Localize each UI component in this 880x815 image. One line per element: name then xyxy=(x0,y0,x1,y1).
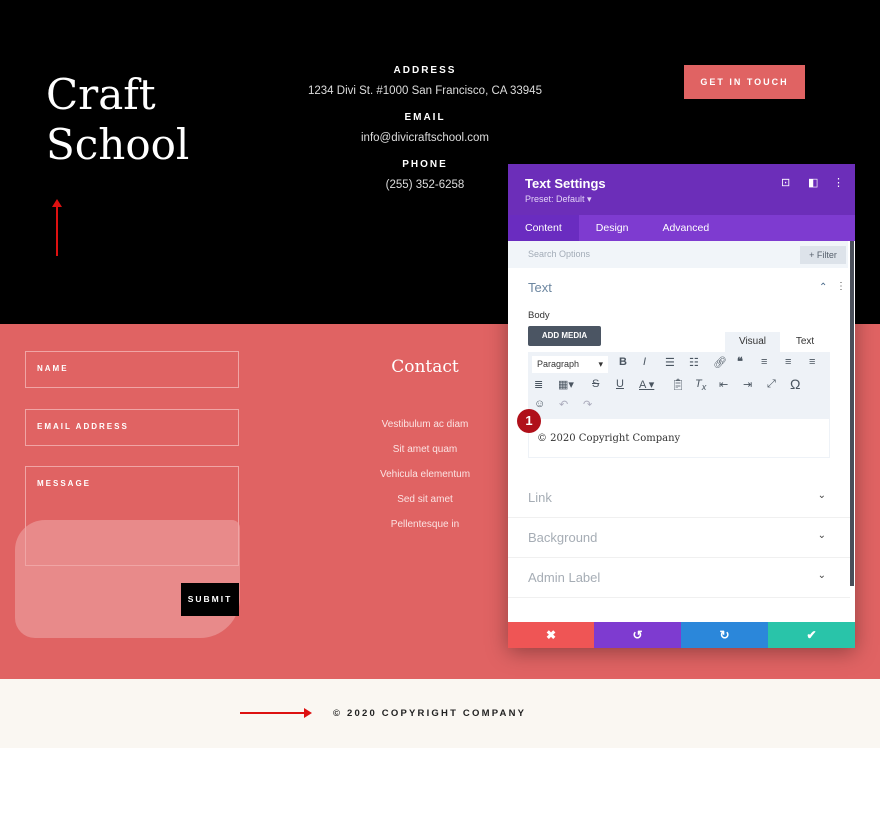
tab-advanced[interactable]: Advanced xyxy=(645,215,726,241)
contact-link[interactable]: Vestibulum ac diam xyxy=(350,419,500,430)
text-color-icon[interactable]: A ▾ xyxy=(639,378,654,391)
text-settings-modal: Text Settings Preset: Default ▾ ⊡ ◧ ⋮ Co… xyxy=(508,164,855,648)
text-tab[interactable]: Text xyxy=(780,332,830,352)
redo-icon[interactable]: ↷ xyxy=(583,398,592,411)
paste-text-icon[interactable]: 📋︎ xyxy=(671,378,685,391)
emoji-icon[interactable]: ☺ xyxy=(534,398,545,410)
logo-line: School xyxy=(46,120,190,169)
chevron-down-icon: ▾ xyxy=(598,359,603,369)
section-link[interactable]: Link ⌄ xyxy=(508,478,850,518)
redo-icon: ↻ xyxy=(719,628,730,642)
preset-dropdown[interactable]: Preset: Default ▾ xyxy=(525,194,592,205)
contact-link[interactable]: Vehicula elementum xyxy=(350,469,500,480)
strikethrough-icon[interactable]: S xyxy=(592,378,599,390)
get-in-touch-button[interactable]: GET IN TOUCH xyxy=(684,65,805,99)
close-icon: ✖ xyxy=(545,628,557,642)
chevron-down-icon: ⌄ xyxy=(817,570,826,581)
tab-content[interactable]: Content xyxy=(508,215,579,241)
justify-icon[interactable]: ≣ xyxy=(534,378,543,391)
step-badge: 1 xyxy=(517,409,541,433)
arrow-head xyxy=(304,708,312,718)
section-label: Background xyxy=(528,530,598,545)
name-field[interactable]: NAME xyxy=(25,351,239,388)
blockquote-icon[interactable]: ❝ xyxy=(737,355,743,368)
fullscreen-icon[interactable]: ⤢ xyxy=(767,378,776,391)
bullet-list-icon[interactable]: ☰ xyxy=(665,356,675,369)
chevron-up-icon[interactable]: ⌃ xyxy=(819,282,827,293)
section-menu-icon[interactable]: ⋮ xyxy=(836,281,846,292)
address-label: ADDRESS xyxy=(393,65,457,76)
chevron-down-icon: ⌄ xyxy=(817,530,826,541)
chevron-down-icon: ⌄ xyxy=(817,490,826,501)
contact-title: Contact xyxy=(391,357,459,377)
section-admin-label[interactable]: Admin Label ⌄ xyxy=(508,558,850,598)
email-label: EMAIL xyxy=(404,112,446,123)
logo[interactable]: Craft School xyxy=(46,70,189,170)
email-field[interactable]: EMAIL ADDRESS xyxy=(25,409,239,446)
align-left-icon[interactable]: ≡ xyxy=(761,356,767,368)
align-right-icon[interactable]: ≡ xyxy=(809,356,815,368)
section-background[interactable]: Background ⌄ xyxy=(508,518,850,558)
section-label: Admin Label xyxy=(528,570,601,585)
sidebar-layout-icon[interactable]: ◧ xyxy=(808,176,818,189)
redo-button[interactable]: ↻ xyxy=(681,622,768,648)
filter-button[interactable]: + Filter xyxy=(800,246,846,264)
modal-title: Text Settings xyxy=(525,176,606,191)
scrollbar[interactable] xyxy=(850,241,854,586)
undo-button[interactable]: ↺ xyxy=(594,622,681,648)
contact-link[interactable]: Sed sit amet xyxy=(350,494,500,505)
footer-copyright: © 2020 COPYRIGHT COMPANY xyxy=(333,708,527,719)
special-character-icon[interactable]: Ω xyxy=(790,376,800,392)
visual-tab[interactable]: Visual xyxy=(725,332,780,352)
message-field[interactable]: MESSAGE xyxy=(25,466,239,566)
format-value: Paragraph xyxy=(537,359,580,369)
numbered-list-icon[interactable]: ☷ xyxy=(689,356,699,369)
arrow-right-annotation xyxy=(240,712,306,714)
align-center-icon[interactable]: ≡ xyxy=(785,356,791,368)
italic-icon[interactable]: I xyxy=(643,356,646,368)
link-icon[interactable]: 🔗︎ xyxy=(713,356,727,369)
indent-icon[interactable]: ⇥ xyxy=(743,378,752,391)
add-media-button[interactable]: ADD MEDIA xyxy=(528,326,601,346)
arrow-head xyxy=(52,199,62,207)
save-button[interactable]: ✔ xyxy=(768,622,855,648)
undo-icon[interactable]: ↶ xyxy=(559,398,568,411)
body-label: Body xyxy=(528,310,550,321)
email-value[interactable]: info@divicraftschool.com xyxy=(275,132,575,144)
arrow-up-annotation xyxy=(56,202,58,256)
undo-icon: ↺ xyxy=(632,628,643,642)
logo-line: Craft xyxy=(46,70,156,119)
modal-tabs: Content Design Advanced xyxy=(508,215,855,241)
section-label: Link xyxy=(528,490,552,505)
outdent-icon[interactable]: ⇤ xyxy=(719,378,728,391)
underline-icon[interactable]: U xyxy=(616,378,624,390)
editor-toolbar: Paragraph ▾ B I ☰ ☷ 🔗︎ ❝ ≡ ≡ ≡ ≣ ▦▾ S U A… xyxy=(528,352,830,418)
contact-link[interactable]: Pellentesque in xyxy=(350,519,500,530)
more-options-icon[interactable]: ⋮ xyxy=(833,176,844,189)
editor-content[interactable]: © 2020 Copyright Company xyxy=(528,418,830,458)
contact-link[interactable]: Sit amet quam xyxy=(350,444,500,455)
check-icon: ✔ xyxy=(806,628,817,642)
bold-icon[interactable]: B xyxy=(619,356,627,368)
cancel-button[interactable]: ✖ xyxy=(508,622,594,648)
focus-icon[interactable]: ⊡ xyxy=(781,176,790,189)
search-options-input[interactable]: Search Options xyxy=(508,241,848,268)
address-value: 1234 Divi St. #1000 San Francisco, CA 33… xyxy=(308,85,542,97)
text-section-title[interactable]: Text xyxy=(528,280,552,295)
format-select[interactable]: Paragraph ▾ xyxy=(532,356,608,373)
submit-button[interactable]: SUBMIT xyxy=(181,583,239,616)
table-icon[interactable]: ▦▾ xyxy=(558,378,574,391)
tab-design[interactable]: Design xyxy=(579,215,646,241)
clear-formatting-icon[interactable]: Tx xyxy=(695,378,706,392)
